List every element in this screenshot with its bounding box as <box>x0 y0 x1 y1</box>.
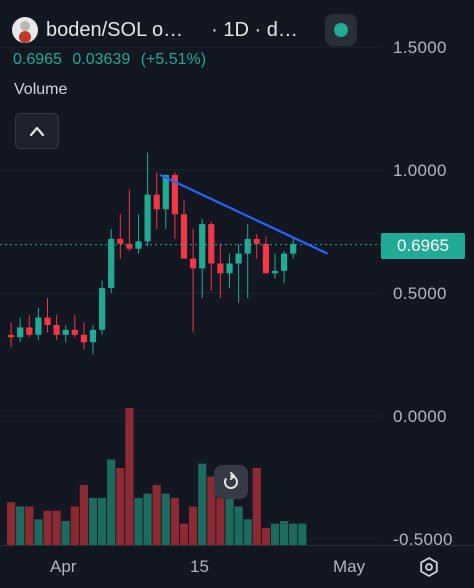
interval-label[interactable]: · 1D · d… <box>211 19 298 42</box>
volume-bar <box>88 497 98 545</box>
price-axis-label: 0.0000 <box>393 407 447 426</box>
change-percent: (+5.51%) <box>140 51 207 68</box>
settings-button[interactable] <box>418 556 440 578</box>
time-axis-label: Apr <box>50 557 77 576</box>
candle-body <box>108 238 115 289</box>
candle-body <box>17 327 24 338</box>
candle-body <box>8 334 15 338</box>
volume-bar <box>298 523 307 545</box>
candles <box>8 152 297 355</box>
volume-bar <box>79 485 88 545</box>
last-price-value: 0.6965 <box>13 51 62 68</box>
candle-body <box>153 194 160 210</box>
candle-body <box>89 329 97 343</box>
volume-bar <box>43 510 52 545</box>
volume-bar <box>170 497 179 545</box>
candle-body <box>144 194 151 242</box>
volume-bar <box>198 463 207 545</box>
candle-body <box>26 327 33 335</box>
candle-body <box>290 243 297 254</box>
ohlc-readout: 0.6965 0.03639 (+5.51%) <box>13 51 212 69</box>
price-axis-label: 1.0000 <box>393 161 447 180</box>
volume-bars <box>7 408 307 545</box>
volume-bar <box>52 510 61 545</box>
price-axis-label: 0.5000 <box>393 284 447 303</box>
volume-bar <box>270 523 280 545</box>
status-button[interactable] <box>325 14 357 46</box>
price-axis-label: 1.5000 <box>393 38 447 57</box>
volume-bar <box>16 506 25 545</box>
volume-bar <box>152 485 161 545</box>
reset-icon <box>224 472 238 489</box>
candle-body <box>244 238 251 254</box>
candle-body <box>53 324 60 335</box>
collapse-button[interactable] <box>15 113 59 149</box>
gear-icon <box>420 557 438 577</box>
volume-bar <box>234 506 243 545</box>
last-price-tag: 0.6965 <box>381 233 465 259</box>
candle-body <box>190 258 197 269</box>
volume-bar <box>116 467 125 545</box>
change-value: 0.03639 <box>72 51 131 68</box>
volume-bar <box>61 521 70 545</box>
symbol-header[interactable]: boden/SOL o… · 1D · d… <box>12 17 298 43</box>
candle-body <box>226 263 233 274</box>
candle-body <box>281 253 288 271</box>
candle-body <box>117 238 124 244</box>
volume-bar <box>179 523 189 545</box>
candle-body <box>199 224 206 269</box>
candle-body <box>235 253 242 264</box>
volume-bar <box>189 506 198 545</box>
volume-bar <box>70 506 79 545</box>
candle-body <box>71 329 78 335</box>
volume-bar <box>252 467 261 545</box>
candle-body <box>162 174 169 210</box>
live-status-dot-icon <box>334 23 348 37</box>
candle-body <box>262 243 269 274</box>
volume-bar <box>143 493 152 545</box>
symbol-title[interactable]: boden/SOL o… <box>46 19 183 42</box>
candle-body <box>217 263 224 274</box>
volume-bar <box>289 523 298 545</box>
volume-bar <box>7 502 16 545</box>
volume-bar <box>125 408 134 545</box>
candle-body <box>99 288 106 330</box>
time-axis-label: May <box>333 557 366 576</box>
candle-body <box>271 270 279 274</box>
reset-chart-button[interactable] <box>214 465 248 499</box>
time-axis[interactable]: Apr 15 May <box>0 545 474 588</box>
candle-body <box>35 317 42 335</box>
volume-bar <box>261 527 270 545</box>
volume-bar <box>225 497 234 545</box>
candle-body <box>80 334 87 343</box>
volume-bar <box>25 506 34 545</box>
volume-bar <box>34 519 43 545</box>
volume-bar <box>134 497 143 545</box>
candle-body <box>44 317 51 325</box>
volume-bar <box>161 493 170 545</box>
volume-bar <box>107 459 116 545</box>
volume-bar <box>280 521 289 545</box>
volume-bar <box>98 497 107 545</box>
volume-label: Volume <box>14 81 68 98</box>
volume-bar <box>216 497 225 545</box>
candle-body <box>180 214 188 259</box>
price-axis[interactable] <box>383 0 474 545</box>
token-logo-icon <box>12 17 38 43</box>
chevron-up-icon <box>29 126 45 137</box>
candle-body <box>253 238 260 244</box>
candle-body <box>208 224 215 264</box>
volume-bar <box>243 519 252 545</box>
candle-body <box>62 329 69 335</box>
time-axis-label: 15 <box>190 557 209 576</box>
